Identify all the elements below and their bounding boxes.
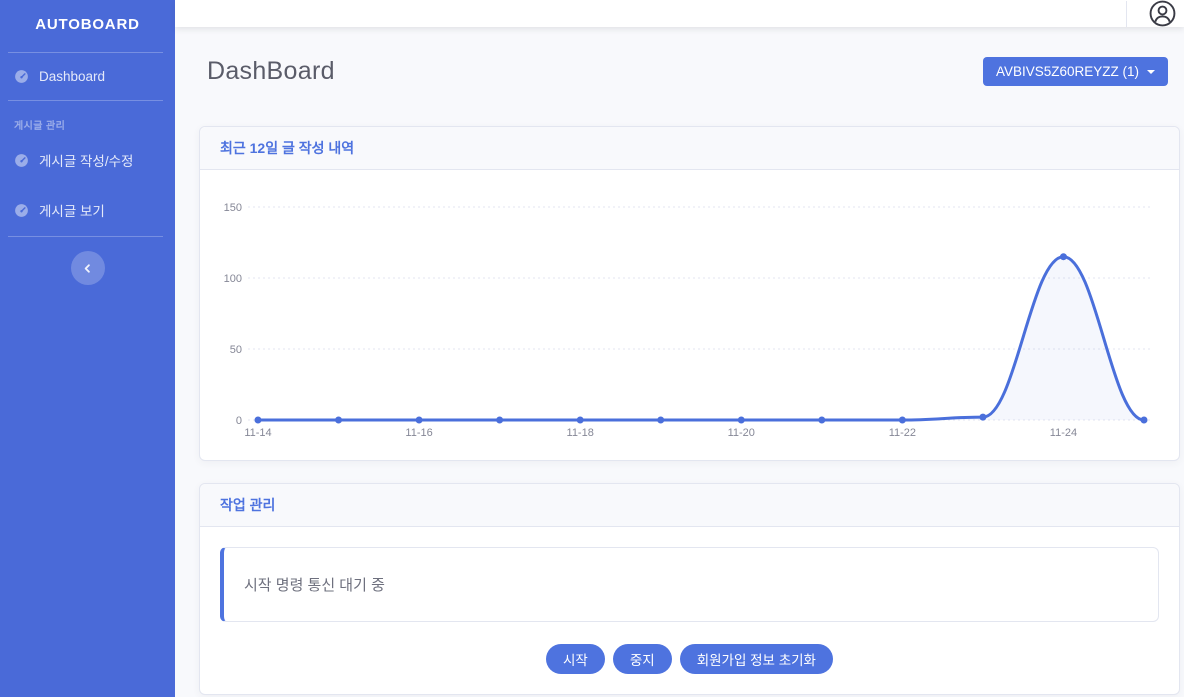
caret-down-icon xyxy=(1147,70,1155,74)
content: DashBoard AVBIVS5Z60REYZZ (1) 최근 12일 글 작… xyxy=(175,27,1184,697)
task-card-title: 작업 관리 xyxy=(200,484,1179,527)
sidebar: AUTOBOARD Dashboard 게시글 관리 xyxy=(0,0,175,697)
chevron-left-icon xyxy=(81,262,94,275)
start-button[interactable]: 시작 xyxy=(546,644,605,674)
svg-text:150: 150 xyxy=(224,202,242,214)
svg-text:11-22: 11-22 xyxy=(889,427,916,439)
brand-title[interactable]: AUTOBOARD xyxy=(0,0,175,48)
svg-text:11-24: 11-24 xyxy=(1050,427,1077,439)
task-card-body: 시작 명령 통신 대기 중 시작 중지 회원가입 정보 초기화 xyxy=(200,527,1179,694)
sidebar-nav: Dashboard xyxy=(0,57,175,96)
topbar xyxy=(175,0,1184,27)
svg-text:100: 100 xyxy=(224,273,242,285)
reset-signup-info-button[interactable]: 회원가입 정보 초기화 xyxy=(680,644,833,674)
app-root: AUTOBOARD Dashboard 게시글 관리 xyxy=(0,0,1184,697)
sidebar-item-post-edit[interactable]: 게시글 작성/수정 xyxy=(0,138,175,182)
sidebar-item-label: 게시글 작성/수정 xyxy=(39,150,133,170)
user-circle-icon xyxy=(1149,0,1176,27)
chart-card: 최근 12일 글 작성 내역 0 50 100 150 11-14 11-16 11-18 1… xyxy=(199,126,1180,461)
page-title: DashBoard xyxy=(199,57,335,86)
task-card: 작업 관리 시작 명령 통신 대기 중 시작 중지 회원가입 정보 초기화 xyxy=(199,483,1180,695)
task-buttons-row: 시작 중지 회원가입 정보 초기화 xyxy=(220,644,1159,674)
stop-button[interactable]: 중지 xyxy=(613,644,672,674)
sidebar-divider xyxy=(8,236,163,237)
status-message-box: 시작 명령 통신 대기 중 xyxy=(220,547,1159,622)
svg-text:0: 0 xyxy=(236,415,242,427)
topbar-divider xyxy=(1126,1,1127,27)
sidebar-item-post-view[interactable]: 게시글 보기 xyxy=(0,188,175,232)
account-dropdown-label: AVBIVS5Z60REYZZ (1) xyxy=(996,64,1139,79)
tachometer-icon xyxy=(14,203,29,218)
svg-text:11-18: 11-18 xyxy=(567,427,594,439)
svg-text:50: 50 xyxy=(230,344,242,356)
sidebar-item-dashboard[interactable]: Dashboard xyxy=(0,57,175,96)
sidebar-collapse-button[interactable] xyxy=(71,251,105,285)
sidebar-item-label: Dashboard xyxy=(39,69,105,84)
chart-card-body: 0 50 100 150 11-14 11-16 11-18 11-20 11-22 11-24 xyxy=(200,170,1179,460)
svg-text:11-20: 11-20 xyxy=(728,427,755,439)
tachometer-icon xyxy=(14,69,29,84)
page-header: DashBoard AVBIVS5Z60REYZZ (1) xyxy=(199,57,1180,86)
chart-card-title: 최근 12일 글 작성 내역 xyxy=(200,127,1179,170)
svg-text:11-16: 11-16 xyxy=(405,427,432,439)
main-area: DashBoard AVBIVS5Z60REYZZ (1) 최근 12일 글 작… xyxy=(175,0,1184,697)
sidebar-item-label: 게시글 보기 xyxy=(39,200,105,220)
tachometer-icon xyxy=(14,153,29,168)
sidebar-divider xyxy=(8,52,163,53)
user-avatar-button[interactable] xyxy=(1149,0,1176,27)
account-dropdown-button[interactable]: AVBIVS5Z60REYZZ (1) xyxy=(983,57,1168,86)
status-message: 시작 명령 통신 대기 중 xyxy=(244,574,385,595)
sidebar-divider xyxy=(8,100,163,101)
recent-posts-line-chart: 0 50 100 150 11-14 11-16 11-18 11-20 11-22 11-24 xyxy=(220,190,1159,440)
svg-text:11-14: 11-14 xyxy=(244,427,271,439)
sidebar-section-label: 게시글 관리 xyxy=(0,105,175,138)
